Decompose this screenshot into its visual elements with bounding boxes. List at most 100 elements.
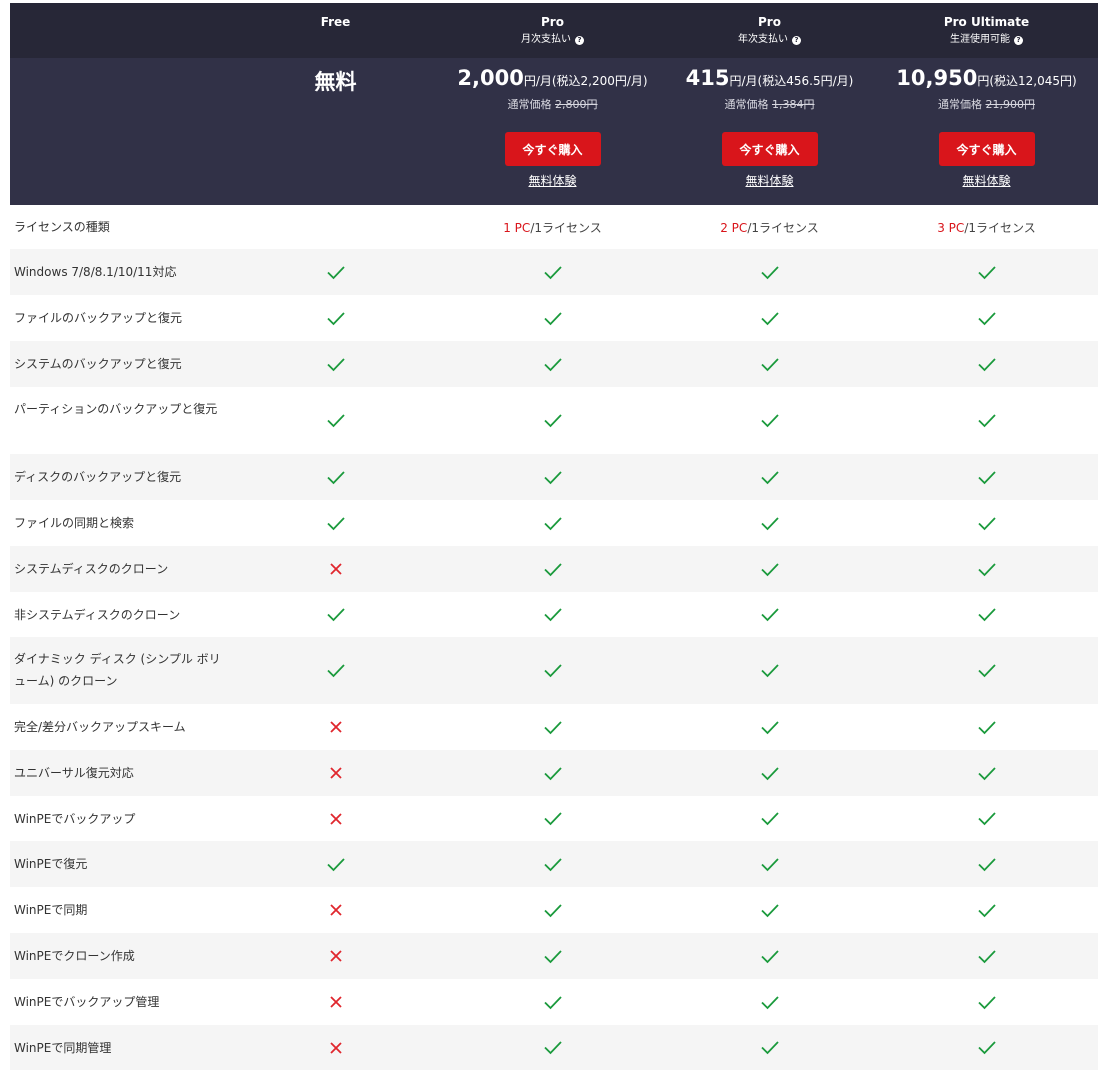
feature-row: 非システムディスクのクローン — [10, 592, 1098, 637]
feature-cell — [444, 637, 661, 704]
check-icon — [543, 766, 563, 781]
price-amount: 415 — [685, 66, 730, 90]
feature-cell — [878, 750, 1095, 796]
check-icon — [760, 857, 780, 872]
feature-cell — [661, 750, 878, 796]
feature-cell — [661, 295, 878, 341]
check-icon — [760, 265, 780, 280]
feature-cell — [444, 704, 661, 750]
row-label: 完全/差分バックアップスキーム — [14, 720, 186, 734]
regular-price-label: 通常価格 — [938, 98, 982, 111]
buy-now-button[interactable]: 今すぐ購入 — [938, 132, 1035, 166]
feature-cell — [444, 887, 661, 933]
free-trial-link[interactable]: 無料体験 — [745, 172, 793, 189]
cross-icon — [329, 720, 343, 734]
feature-cell — [444, 750, 661, 796]
feature-cell — [227, 500, 444, 546]
free-trial-link[interactable]: 無料体験 — [962, 172, 1010, 189]
cross-icon — [329, 949, 343, 963]
check-icon — [977, 357, 997, 372]
cross-icon — [329, 812, 343, 826]
license-rest: /1ライセンス — [530, 220, 602, 235]
feature-cell — [444, 546, 661, 592]
feature-row: WinPEでクローン作成 — [10, 933, 1098, 979]
feature-cell — [878, 249, 1095, 295]
row-label: WinPEでバックアップ管理 — [14, 995, 160, 1009]
check-icon — [543, 470, 563, 485]
plan-sub-label: 生涯使用可能 — [950, 34, 1010, 45]
license-rest: /1ライセンス — [747, 220, 819, 235]
feature-cell — [878, 1025, 1095, 1070]
check-icon — [977, 470, 997, 485]
check-icon — [543, 516, 563, 531]
feature-cell — [444, 592, 661, 637]
feature-cell — [444, 979, 661, 1025]
row-label: WinPEで同期 — [14, 903, 88, 917]
check-icon — [326, 413, 346, 428]
row-label: WinPEでバックアップ — [14, 812, 136, 826]
feature-row: ユニバーサル復元対応 — [10, 750, 1098, 796]
check-icon — [977, 720, 997, 735]
help-icon[interactable]: ? — [575, 35, 584, 45]
col-header-pro-monthly: Pro 月次支払い ? — [444, 3, 661, 47]
row-label: WinPEで復元 — [14, 857, 88, 871]
col-header-free: Free — [227, 3, 444, 30]
feature-cell — [227, 841, 444, 887]
row-label: 非システムディスクのクローン — [14, 608, 181, 622]
check-icon — [977, 562, 997, 577]
check-icon — [543, 811, 563, 826]
check-icon — [543, 265, 563, 280]
check-icon — [760, 811, 780, 826]
feature-cell — [878, 387, 1095, 454]
cross-icon — [329, 766, 343, 780]
check-icon — [326, 265, 346, 280]
row-label: WinPEで同期管理 — [14, 1041, 112, 1055]
regular-price-value: 21,900円 — [985, 98, 1036, 111]
buy-now-button[interactable]: 今すぐ購入 — [721, 132, 818, 166]
row-label: システムディスクのクローン — [14, 562, 169, 576]
feature-cell — [444, 249, 661, 295]
price-pro-ultimate: 10,950円(税込12,045円) 通常価格 21,900円 今すぐ購入 無料… — [878, 58, 1095, 189]
license-count: 3 PC — [937, 220, 965, 235]
price-pro-monthly: 2,000円/月(税込2,200円/月) 通常価格 2,800円 今すぐ購入 無… — [444, 58, 661, 189]
check-icon — [326, 470, 346, 485]
feature-row: WinPEで同期 — [10, 887, 1098, 933]
check-icon — [977, 766, 997, 781]
cross-icon — [329, 1041, 343, 1055]
feature-cell — [661, 592, 878, 637]
plan-sub-label: 月次支払い — [521, 34, 571, 45]
feature-cell — [661, 341, 878, 387]
plan-name: Pro — [758, 15, 781, 29]
license-rest: /1ライセンス — [964, 220, 1036, 235]
row-label: Windows 7/8/8.1/10/11対応 — [14, 265, 177, 279]
license-row: ライセンスの種類 1 PC/1ライセンス 2 PC/1ライセンス 3 PC/1ラ… — [10, 205, 1098, 249]
feature-cell — [227, 933, 444, 979]
free-trial-link[interactable]: 無料体験 — [528, 172, 576, 189]
feature-cell — [661, 454, 878, 500]
row-label: ライセンスの種類 — [14, 220, 110, 234]
regular-price-label: 通常価格 — [507, 98, 552, 111]
plan-sub-label: 年次支払い — [738, 34, 788, 45]
check-icon — [543, 949, 563, 964]
check-icon — [760, 357, 780, 372]
feature-cell — [661, 841, 878, 887]
check-icon — [977, 1040, 997, 1055]
feature-cell — [878, 637, 1095, 704]
help-icon[interactable]: ? — [792, 35, 801, 45]
buy-now-button[interactable]: 今すぐ購入 — [504, 132, 601, 166]
feature-cell — [878, 592, 1095, 637]
help-icon[interactable]: ? — [1014, 35, 1023, 45]
check-icon — [977, 607, 997, 622]
license-text: 2 PC/1ライセンス — [720, 219, 819, 236]
regular-price: 通常価格 1,384円 — [661, 96, 878, 112]
check-icon — [543, 311, 563, 326]
check-icon — [326, 607, 346, 622]
feature-row: ファイルのバックアップと復元 — [10, 295, 1098, 341]
row-label: ユニバーサル復元対応 — [14, 766, 134, 780]
cross-icon — [329, 995, 343, 1009]
feature-cell — [661, 546, 878, 592]
check-icon — [977, 811, 997, 826]
feature-cell — [661, 500, 878, 546]
price-pro-yearly: 415円/月(税込456.5円/月) 通常価格 1,384円 今すぐ購入 無料体… — [661, 58, 878, 189]
feature-cell — [661, 979, 878, 1025]
